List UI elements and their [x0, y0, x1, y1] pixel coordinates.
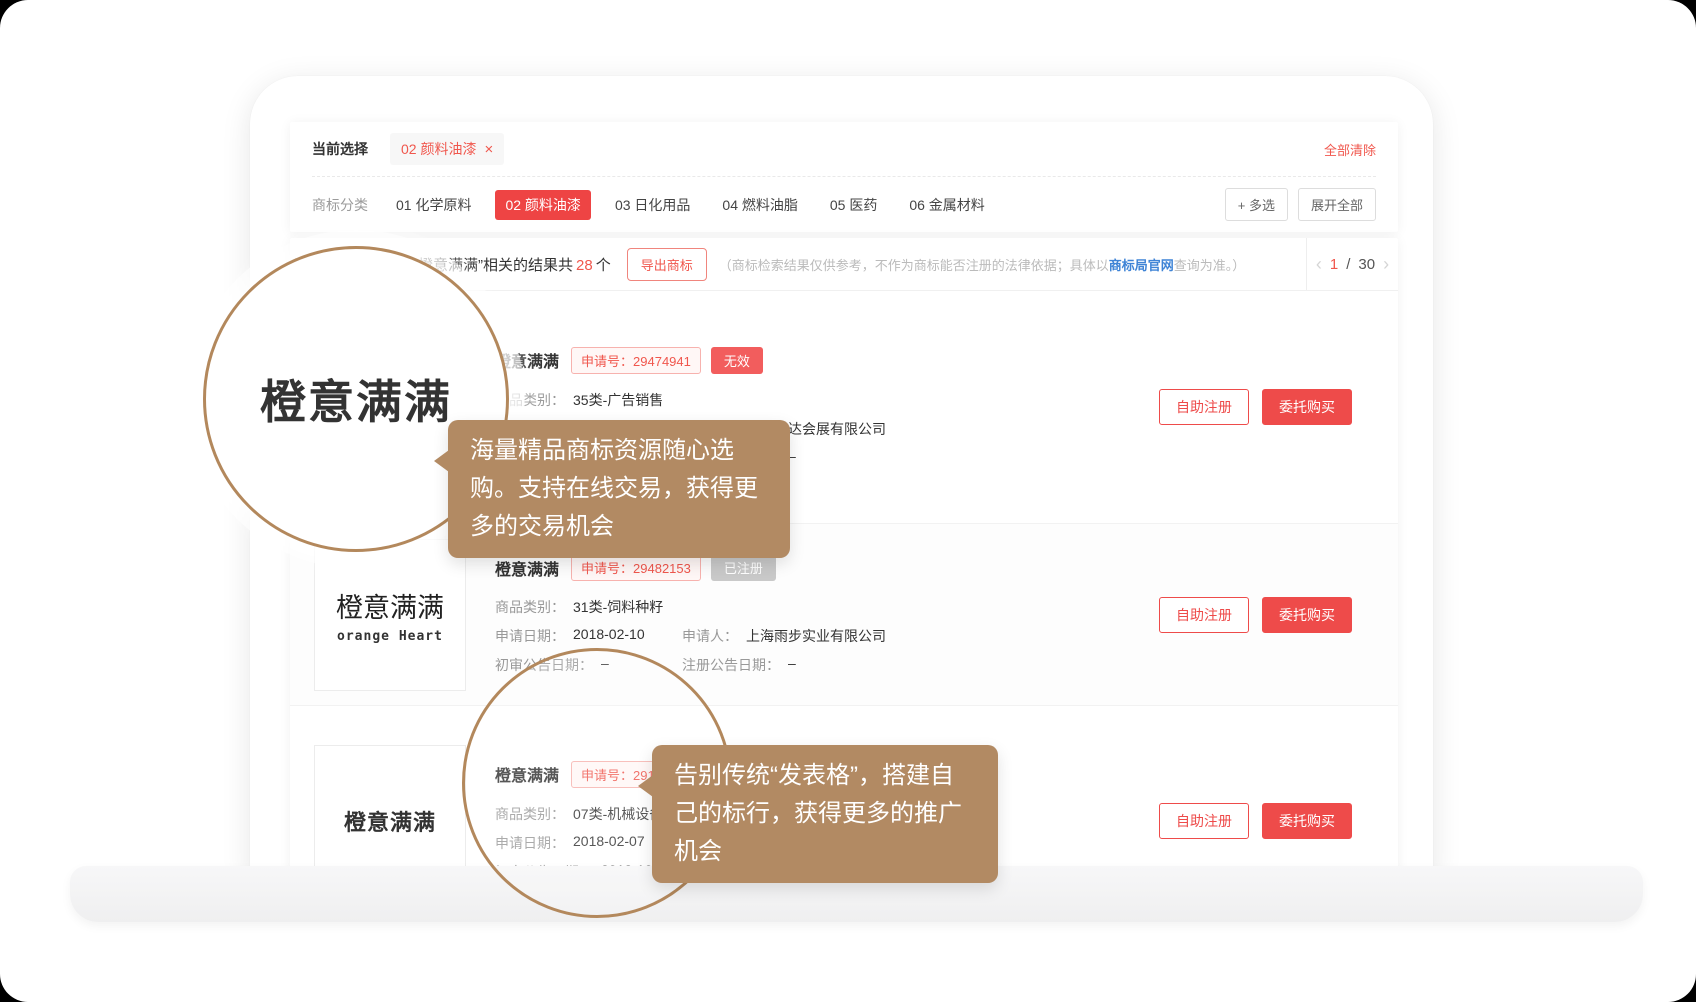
- page-canvas: 当前选择 02 颜料油漆 × 全部清除 商标分类 01 化学原料 02 颜料油漆…: [0, 0, 1696, 1002]
- total-pages: 30: [1358, 256, 1375, 273]
- remove-tag-icon[interactable]: ×: [484, 142, 493, 157]
- category-item-01[interactable]: 01 化学原料: [396, 195, 471, 215]
- callout-tooltip-top: 海量精品商标资源随心选购。支持在线交易，获得更多的交易机会: [448, 420, 790, 558]
- magnified-trademark-text: 橙意满满: [260, 366, 452, 432]
- entrust-buy-button[interactable]: 委托购买: [1262, 597, 1352, 633]
- results-unit: 个: [596, 257, 611, 274]
- category-item-06[interactable]: 06 金属材料: [909, 195, 984, 215]
- trademark-office-link[interactable]: 商标局官网: [1109, 258, 1174, 273]
- category-row: 商标分类 01 化学原料 02 颜料油漆 03 日化用品 04 燃料油脂 05 …: [312, 177, 1376, 232]
- application-number-value: 29474941: [633, 354, 691, 369]
- next-page-icon[interactable]: ›: [1383, 255, 1389, 273]
- category-label: 商品类别：: [495, 597, 565, 617]
- current-selection-label: 当前选择: [312, 139, 368, 159]
- current-selection-row: 当前选择 02 颜料油漆 × 全部清除: [312, 122, 1376, 176]
- self-register-button[interactable]: 自助注册: [1159, 389, 1249, 425]
- pagination: ‹ 1 / 30 ›: [1306, 238, 1398, 290]
- current-page: 1: [1330, 256, 1338, 273]
- registration-publication-label: 注册公告日期：: [682, 655, 780, 675]
- category-value: 35类-广告销售: [573, 390, 663, 410]
- category-row-label: 商标分类: [312, 195, 368, 215]
- category-item-04[interactable]: 04 燃料油脂: [722, 195, 797, 215]
- trademark-thumbnail[interactable]: 橙意满满: [314, 745, 466, 880]
- filter-panel: 当前选择 02 颜料油漆 × 全部清除 商标分类 01 化学原料 02 颜料油漆…: [290, 122, 1398, 232]
- category-value: 31类-饲料种籽: [573, 597, 663, 617]
- row-actions: 自助注册 委托购买: [1159, 389, 1352, 425]
- disclaimer-text: （商标检索结果仅供参考，不作为商标能否注册的法律依据；具体以: [719, 258, 1109, 273]
- trademark-thumbnail[interactable]: 橙意满满 orange Heart: [314, 539, 466, 691]
- application-number-value: 29482153: [633, 561, 691, 576]
- apply-date-label: 申请日期：: [495, 626, 565, 646]
- applicant-value: 上海雨步实业有限公司: [746, 626, 886, 646]
- callout-tooltip-bottom: 告别传统“发表格”，搭建自己的标行，获得更多的推广机会: [652, 745, 998, 883]
- application-number-badge: 申请号：29482153: [571, 554, 701, 581]
- row-actions: 自助注册 委托购买: [1159, 597, 1352, 633]
- registration-publication-value: –: [788, 655, 796, 675]
- self-register-button[interactable]: 自助注册: [1159, 597, 1249, 633]
- entrust-buy-button[interactable]: 委托购买: [1262, 803, 1352, 839]
- results-count: 28: [576, 257, 593, 274]
- category-item-05[interactable]: 05 医药: [830, 195, 877, 215]
- application-number-badge: 申请号：29474941: [571, 347, 701, 374]
- clear-all-button[interactable]: 全部清除: [1324, 140, 1376, 159]
- trademark-thumbnail-subtext: orange Heart: [337, 629, 443, 644]
- self-register-button[interactable]: 自助注册: [1159, 803, 1249, 839]
- application-number-label: 申请号：: [581, 354, 633, 369]
- selected-filter-tag-label: 02 颜料油漆: [401, 139, 476, 159]
- application-number-label: 申请号：: [581, 561, 633, 576]
- entrust-buy-button[interactable]: 委托购买: [1262, 389, 1352, 425]
- export-trademarks-button[interactable]: 导出商标: [627, 248, 707, 281]
- category-item-03[interactable]: 03 日化用品: [615, 195, 690, 215]
- results-disclaimer: （商标检索结果仅供参考，不作为商标能否注册的法律依据；具体以商标局官网查询为准。…: [719, 255, 1246, 274]
- apply-date-value: 2018-02-10: [573, 626, 645, 646]
- trademark-name[interactable]: 橙意满满: [495, 556, 559, 580]
- expand-all-button[interactable]: 展开全部: [1298, 188, 1376, 221]
- page-separator: /: [1346, 256, 1350, 273]
- selected-filter-tag[interactable]: 02 颜料油漆 ×: [390, 133, 504, 165]
- category-item-02-active[interactable]: 02 颜料油漆: [495, 190, 590, 220]
- trademark-thumbnail-text: 橙意满满: [344, 805, 436, 837]
- multi-select-button[interactable]: + 多选: [1225, 188, 1288, 221]
- applicant-label: 申请人：: [682, 626, 738, 646]
- row-actions: 自助注册 委托购买: [1159, 803, 1352, 839]
- prev-page-icon[interactable]: ‹: [1316, 255, 1322, 273]
- disclaimer-suffix: 查询为准。）: [1174, 258, 1246, 273]
- trademark-thumbnail-text: 橙意满满: [336, 586, 444, 625]
- status-badge: 无效: [711, 347, 763, 374]
- status-badge: 已注册: [711, 554, 776, 581]
